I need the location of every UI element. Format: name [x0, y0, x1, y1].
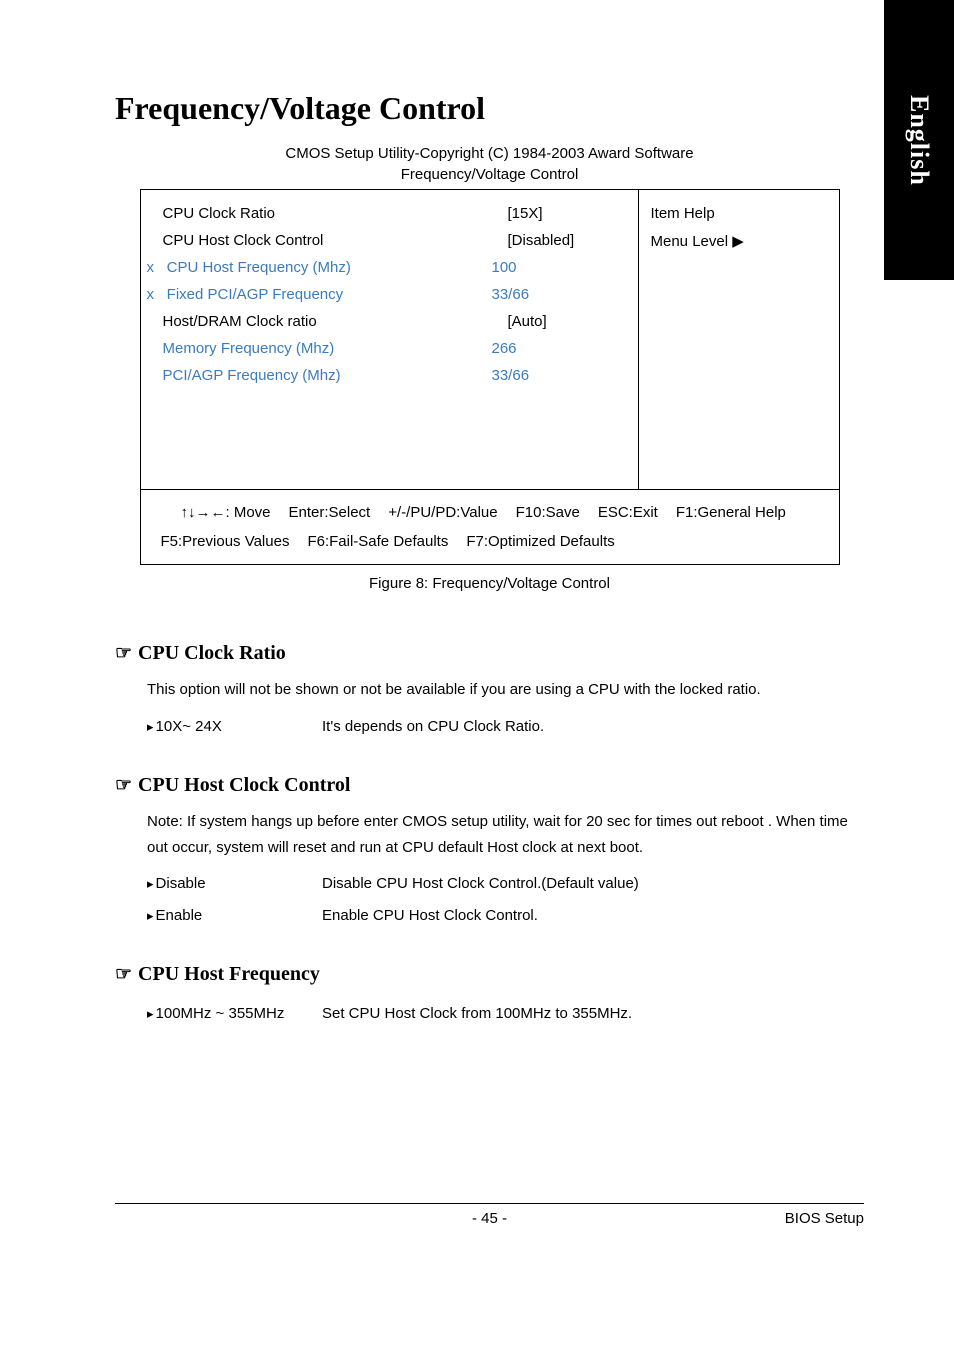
bios-footer-line-1: ↑↓→←: Move Enter:Select +/-/PU/PD:Value …: [161, 502, 819, 523]
bios-settings-panel: CPU Clock Ratio[15X]CPU Host Clock Contr…: [141, 190, 639, 489]
help-level: Menu Level ▶: [651, 227, 827, 255]
option-key: ▸Enable: [147, 903, 322, 929]
footer-exit: ESC:Exit: [598, 504, 658, 521]
bios-help-panel: Item Help Menu Level ▶: [639, 190, 839, 489]
chevron-right-icon: ▶: [732, 233, 744, 250]
bios-setting-row: Memory Frequency (Mhz)266: [147, 335, 632, 362]
bios-setting-row: x CPU Host Frequency (Mhz)100: [147, 254, 632, 281]
footer-section-name: BIOS Setup: [785, 1210, 864, 1227]
bios-screen-title: Frequency/Voltage Control: [115, 166, 864, 183]
bios-setting-value: 33/66: [492, 286, 632, 303]
section-body: Note: If system hangs up before enter CM…: [115, 809, 864, 931]
help-title: Item Help: [651, 200, 827, 227]
figure-caption: Figure 8: Frequency/Voltage Control: [115, 575, 864, 592]
bios-setting-label: PCI/AGP Frequency (Mhz): [147, 367, 492, 384]
footer-value: +/-/PU/PD:Value: [388, 504, 497, 521]
footer-prev: F5:Previous Values: [161, 533, 290, 550]
bios-footer-line-2: F5:Previous Values F6:Fail-Safe Defaults…: [161, 531, 819, 552]
doc-section: ☞ CPU Host Clock Control Note: If system h…: [115, 774, 864, 931]
bios-copyright: CMOS Setup Utility-Copyright (C) 1984-20…: [115, 145, 864, 162]
bios-setting-label: x Fixed PCI/AGP Frequency: [147, 286, 492, 303]
bios-setting-row: Host/DRAM Clock ratio[Auto]: [147, 308, 632, 335]
section-body: This option will not be shown or not be …: [115, 677, 864, 742]
page-title: Frequency/Voltage Control: [115, 90, 864, 127]
bios-setting-value: 266: [492, 340, 632, 357]
disabled-prefix: x: [147, 286, 163, 303]
option-description: Set CPU Host Clock from 100MHz to 355MHz…: [322, 1001, 632, 1027]
page-footer: - 45 - BIOS Setup: [115, 1203, 864, 1227]
bios-main-box: CPU Clock Ratio[15X]CPU Host Clock Contr…: [140, 189, 840, 490]
section-heading: ☞ CPU Clock Ratio: [115, 642, 864, 665]
section-title: CPU Host Clock Control: [138, 774, 350, 797]
option-key: ▸100MHz ~ 355MHz: [147, 1001, 322, 1027]
bios-setting-row: CPU Clock Ratio[15X]: [147, 200, 632, 227]
bios-setting-label: CPU Clock Ratio: [163, 205, 508, 222]
bios-setting-value: 33/66: [492, 367, 632, 384]
doc-section: ☞ CPU Clock Ratio This option will not be …: [115, 642, 864, 742]
option-row: ▸EnableEnable CPU Host Clock Control.: [147, 900, 864, 932]
bios-setting-value: [Auto]: [508, 313, 632, 330]
option-bullet-icon: ▸: [147, 1003, 154, 1025]
section-title: CPU Host Frequency: [138, 963, 320, 986]
bios-setting-value: [15X]: [508, 205, 632, 222]
bios-footer: ↑↓→←: Move Enter:Select +/-/PU/PD:Value …: [140, 490, 840, 565]
bios-setting-row: x Fixed PCI/AGP Frequency33/66: [147, 281, 632, 308]
bios-setting-label: x CPU Host Frequency (Mhz): [147, 259, 492, 276]
hand-pointer-icon: ☞: [115, 963, 132, 986]
section-description: This option will not be shown or not be …: [147, 677, 864, 703]
footer-move: ↑↓→←: Move: [181, 504, 271, 521]
language-tab-text: English: [904, 95, 934, 186]
disabled-prefix: x: [147, 259, 163, 276]
section-description: Note: If system hangs up before enter CM…: [147, 809, 864, 860]
footer-opt: F7:Optimized Defaults: [466, 533, 614, 550]
bios-setting-label: Memory Frequency (Mhz): [147, 340, 492, 357]
option-bullet-icon: ▸: [147, 905, 154, 927]
bios-setting-label: Host/DRAM Clock ratio: [163, 313, 508, 330]
option-description: It's depends on CPU Clock Ratio.: [322, 714, 544, 740]
option-row: ▸DisableDisable CPU Host Clock Control.(…: [147, 868, 864, 900]
option-bullet-icon: ▸: [147, 716, 154, 738]
bios-setting-row: PCI/AGP Frequency (Mhz)33/66: [147, 362, 632, 389]
option-description: Enable CPU Host Clock Control.: [322, 903, 538, 929]
option-row: ▸10X~ 24XIt's depends on CPU Clock Ratio…: [147, 711, 864, 743]
section-heading: ☞ CPU Host Clock Control: [115, 774, 864, 797]
footer-save: F10:Save: [516, 504, 580, 521]
option-key: ▸Disable: [147, 871, 322, 897]
section-body: ▸100MHz ~ 355MHzSet CPU Host Clock from …: [115, 998, 864, 1030]
footer-select: Enter:Select: [289, 504, 371, 521]
bios-setting-value: [Disabled]: [508, 232, 632, 249]
bios-setting-value: 100: [492, 259, 632, 276]
bios-setting-label: CPU Host Clock Control: [163, 232, 508, 249]
hand-pointer-icon: ☞: [115, 642, 132, 665]
hand-pointer-icon: ☞: [115, 774, 132, 797]
section-title: CPU Clock Ratio: [138, 642, 286, 665]
option-bullet-icon: ▸: [147, 873, 154, 895]
doc-section: ☞ CPU Host Frequency ▸100MHz ~ 355MHzSet C…: [115, 963, 864, 1030]
option-key: ▸10X~ 24X: [147, 714, 322, 740]
page-number: - 45 -: [472, 1210, 507, 1227]
bios-setting-row: CPU Host Clock Control[Disabled]: [147, 227, 632, 254]
option-row: ▸100MHz ~ 355MHzSet CPU Host Clock from …: [147, 998, 864, 1030]
section-heading: ☞ CPU Host Frequency: [115, 963, 864, 986]
language-tab: English: [884, 0, 954, 280]
option-description: Disable CPU Host Clock Control.(Default …: [322, 871, 639, 897]
footer-fail: F6:Fail-Safe Defaults: [307, 533, 448, 550]
footer-help: F1:General Help: [676, 504, 786, 521]
